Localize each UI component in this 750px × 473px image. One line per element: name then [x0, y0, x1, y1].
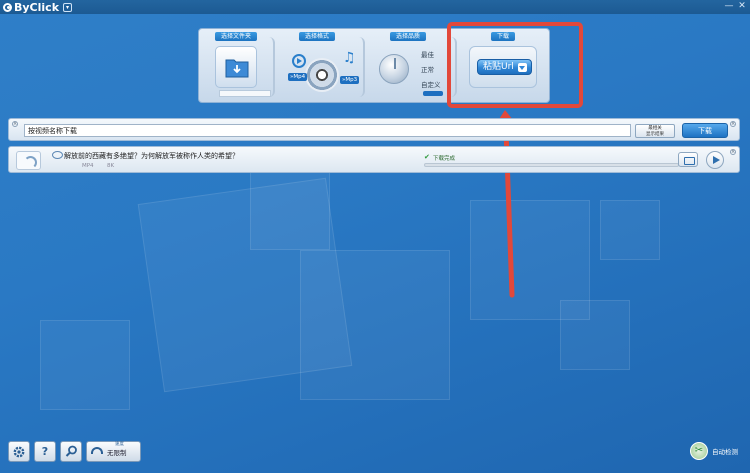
video-play-icon[interactable] — [292, 54, 306, 68]
gear-icon — [13, 446, 25, 458]
title-bar: ByClick ▾ — ✕ — [0, 0, 750, 14]
auto-detect-toggle[interactable]: ✂ 自动检测 — [690, 442, 738, 460]
download-button[interactable]: 下载 — [682, 123, 728, 138]
open-folder-button[interactable] — [678, 152, 698, 167]
quality-section-title: 选择品质 — [389, 32, 427, 41]
format-section-title: 选择格式 — [298, 32, 336, 41]
section-divider — [359, 37, 365, 97]
choose-folder-button[interactable] — [215, 46, 257, 88]
search-button[interactable] — [60, 441, 82, 462]
folder-section-title: 选择文件夹 — [214, 32, 258, 41]
byclick-logo-icon — [3, 2, 12, 12]
check-icon: ✔ — [424, 153, 430, 161]
window-controls: — ✕ — [723, 1, 748, 12]
bg-square — [250, 170, 330, 250]
download-item-title: 解放前的西藏有多绝望？为何解放军被称作人类的希望？ — [64, 152, 239, 160]
url-bar: × 最相关 显示结果 下载 × — [8, 118, 740, 141]
settings-button[interactable] — [8, 441, 30, 462]
speedometer-icon — [91, 447, 103, 454]
download-progress-bar — [424, 163, 679, 167]
speed-small-label: 速度 — [115, 442, 124, 447]
bg-square — [560, 300, 630, 370]
highlight-box-annotation — [447, 22, 583, 108]
close-icon[interactable]: × — [12, 121, 18, 127]
format-section: 选择格式 ♫ »Mp4 »Mp3 — [277, 32, 360, 100]
close-icon[interactable]: × — [730, 149, 736, 155]
quality-slider[interactable] — [423, 91, 443, 96]
disc-icon — [305, 58, 339, 92]
section-divider — [269, 37, 275, 97]
app-logo: ByClick — [3, 1, 59, 14]
mp4-format-option[interactable]: »Mp4 — [288, 73, 308, 81]
bg-square — [40, 320, 130, 410]
app-window: ByClick ▾ — ✕ 选择文件夹 选择格式 ♫ »Mp4 »Mp3 选择品… — [0, 0, 750, 473]
close-button[interactable]: ✕ — [736, 1, 748, 12]
speed-limit-button[interactable]: 速度 无限制 — [86, 441, 141, 462]
quality-section: 选择品质 最佳 正常 自定义 — [367, 32, 449, 100]
download-item-status: 下载完成 — [433, 156, 456, 162]
eye-icon[interactable] — [52, 151, 63, 159]
folder-icon — [225, 59, 249, 78]
quality-knob[interactable] — [379, 54, 409, 84]
clipboard-option-button[interactable]: 最相关 显示结果 — [635, 124, 675, 138]
quality-option-normal[interactable]: 正常 — [421, 64, 434, 74]
quality-option-custom[interactable]: 自定义 — [421, 79, 441, 89]
mp3-format-option[interactable]: »Mp3 — [340, 76, 360, 84]
minimize-button[interactable]: — — [723, 1, 735, 12]
url-input[interactable] — [24, 124, 631, 137]
thumbnail-spinner-icon — [16, 151, 41, 170]
bg-square — [300, 250, 450, 400]
speed-label: 无限制 — [107, 449, 127, 457]
download-item-format: MP4 — [82, 163, 94, 169]
search-icon — [65, 445, 77, 457]
download-list-item: 解放前的西藏有多绝望？为何解放军被称作人类的希望？ MP4 8K ✔ 下载完成 … — [8, 146, 740, 173]
play-button[interactable] — [706, 151, 724, 169]
auto-detect-icon: ✂ — [690, 442, 708, 460]
app-title: ByClick — [14, 0, 60, 14]
help-button[interactable]: ? — [34, 441, 56, 462]
download-item-size: 8K — [107, 163, 115, 169]
auto-detect-label: 自动检测 — [712, 448, 738, 456]
close-icon[interactable]: × — [730, 121, 736, 127]
folder-path-field — [219, 90, 271, 97]
bg-square — [600, 200, 660, 260]
app-menu-button[interactable]: ▾ — [63, 2, 73, 12]
music-note-icon[interactable]: ♫ — [343, 50, 356, 66]
clipboard-option-line2: 显示结果 — [646, 132, 664, 137]
folder-section: 选择文件夹 — [205, 32, 271, 100]
quality-option-best[interactable]: 最佳 — [421, 49, 434, 59]
